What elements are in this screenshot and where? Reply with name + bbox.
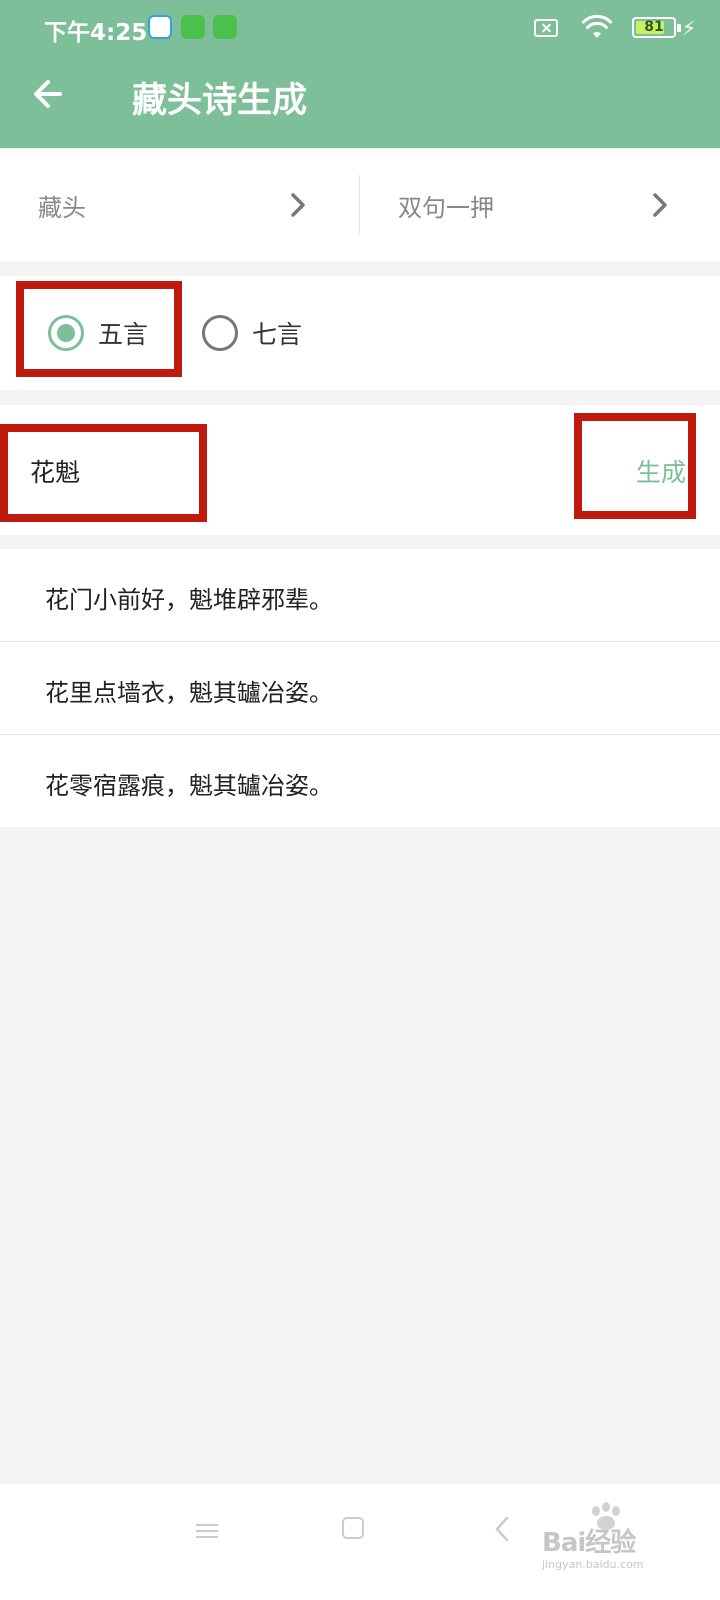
selector-label: 藏头 bbox=[38, 193, 86, 222]
chevron-right-icon bbox=[291, 193, 305, 217]
generate-button[interactable]: 生成 bbox=[636, 453, 686, 489]
poem-line: 花里点墙衣，魁其罏冶姿。 bbox=[45, 679, 333, 707]
status-time: 下午4:25 bbox=[44, 20, 148, 46]
notification-app-icon bbox=[148, 15, 172, 39]
poem-line: 花门小前好，魁堆辟邪辈。 bbox=[45, 586, 333, 614]
radio-five-character[interactable]: 五言 bbox=[48, 276, 148, 390]
system-nav-bar: Bai经验 jingyan.baidu.com bbox=[0, 1484, 720, 1600]
radio-seven-character[interactable]: 七言 bbox=[202, 276, 302, 390]
radio-label: 七言 bbox=[252, 320, 303, 349]
app-header: 下午4:25 81 ⚡ 藏头诗生成 bbox=[0, 0, 720, 148]
home-icon[interactable] bbox=[342, 1517, 364, 1539]
radio-checked-icon bbox=[48, 315, 84, 351]
battery-icon: 81 bbox=[632, 17, 676, 38]
list-item[interactable]: 花门小前好，魁堆辟邪辈。 bbox=[0, 549, 720, 642]
input-row: 花魁 生成 bbox=[0, 405, 720, 535]
battery-tip bbox=[677, 24, 681, 32]
status-indicators: 81 ⚡ bbox=[496, 14, 696, 42]
acrostic-text-input[interactable]: 花魁 bbox=[30, 453, 80, 489]
selector-label: 双句一押 bbox=[398, 193, 494, 222]
watermark-url: jingyan.baidu.com bbox=[542, 1558, 644, 1571]
status-bar: 下午4:25 81 ⚡ bbox=[0, 0, 720, 56]
battery-percent: 81 bbox=[644, 19, 664, 35]
chevron-right-icon bbox=[653, 193, 667, 217]
menu-icon[interactable] bbox=[196, 1520, 220, 1544]
acrostic-position-selector[interactable]: 藏头 bbox=[38, 149, 308, 261]
page-title: 藏头诗生成 bbox=[132, 81, 308, 121]
results-list: 花门小前好，魁堆辟邪辈。 花里点墙衣，魁其罏冶姿。 花零宿露痕，魁其罏冶姿。 bbox=[0, 549, 720, 827]
radio-unchecked-icon bbox=[202, 315, 238, 351]
selector-row: 藏头 双句一押 bbox=[0, 149, 720, 261]
charging-icon: ⚡ bbox=[681, 16, 696, 40]
divider bbox=[359, 175, 360, 235]
poem-length-radio-group: 五言 七言 bbox=[0, 276, 720, 390]
watermark-text: Bai经验 bbox=[542, 1528, 636, 1558]
notification-wechat-icon bbox=[213, 15, 237, 39]
back-arrow-icon[interactable] bbox=[30, 74, 74, 118]
radio-label: 五言 bbox=[98, 320, 149, 349]
list-item[interactable]: 花里点墙衣，魁其罏冶姿。 bbox=[0, 642, 720, 735]
notification-wechat-icon bbox=[181, 15, 205, 39]
wifi-icon bbox=[582, 14, 612, 38]
rhyme-mode-selector[interactable]: 双句一押 bbox=[398, 149, 670, 261]
list-item[interactable]: 花零宿露痕，魁其罏冶姿。 bbox=[0, 735, 720, 828]
back-icon[interactable] bbox=[492, 1515, 512, 1543]
poem-line: 花零宿露痕，魁其罏冶姿。 bbox=[45, 772, 333, 800]
no-sim-icon bbox=[534, 19, 558, 37]
